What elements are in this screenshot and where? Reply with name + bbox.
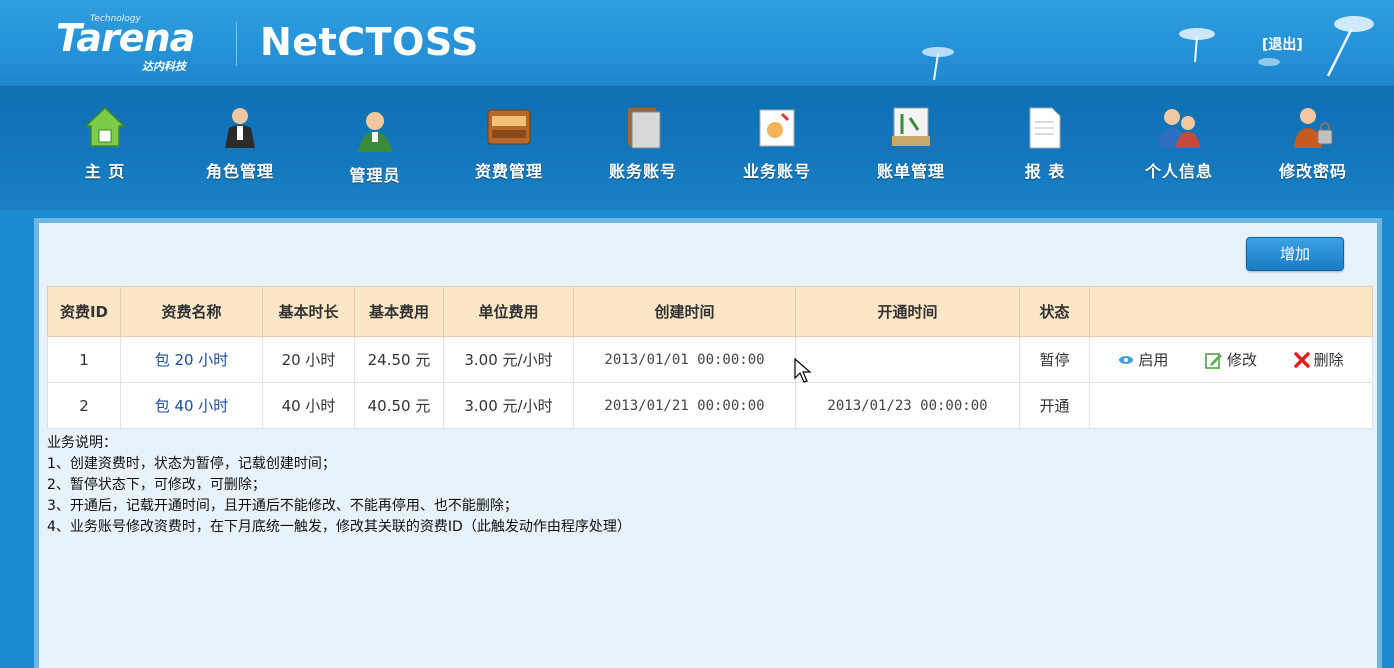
mouse-cursor-icon <box>794 358 812 383</box>
delete-button[interactable]: 删除 <box>1293 349 1344 370</box>
fee-id: 2 <box>47 382 121 429</box>
tarena-logo: Tarena Technology 达内科技 <box>56 14 226 74</box>
nav-label: 修改密码 <box>1278 162 1347 181</box>
nav-item-report[interactable]: 报 表 <box>990 104 1100 194</box>
column-header: 创建时间 <box>573 286 796 337</box>
add-button[interactable]: 增加 <box>1246 237 1344 271</box>
fee-unit: 3.00 元/小时 <box>443 382 574 429</box>
logo-tagline: Technology <box>90 14 141 24</box>
logout-link[interactable]: [退出] <box>1262 34 1303 54</box>
fee-id: 1 <box>47 336 121 383</box>
nav-item-account[interactable]: 账务账号 <box>588 104 698 194</box>
nav-label: 角色管理 <box>205 162 274 181</box>
nav-label: 主 页 <box>84 162 126 181</box>
fee-base: 40.50 元 <box>354 382 444 429</box>
notes-line: 1、创建资费时，状态为暂停，记载创建时间； <box>47 456 336 472</box>
fee-name: 包 20 小时 <box>120 336 263 383</box>
delete-label: 删除 <box>1313 351 1344 369</box>
column-header: 基本费用 <box>354 286 444 337</box>
column-header: 单位费用 <box>443 286 574 337</box>
fee-status: 暂停 <box>1019 336 1090 383</box>
dandelion-icon <box>1179 28 1215 63</box>
notes-title: 业务说明： <box>47 435 117 451</box>
fee-table: 资费ID 资费名称 基本时长 基本费用 单位费用 创建时间 开通时间 状态 1 … <box>47 286 1373 429</box>
header-bar: Tarena Technology 达内科技 NetCTOSS [退出] <box>0 0 1394 86</box>
fee-duration: 40 小时 <box>262 382 355 429</box>
nav-item-role[interactable]: 角色管理 <box>185 104 295 194</box>
fee-unit: 3.00 元/小时 <box>443 336 574 383</box>
dandelion-icon <box>1326 16 1374 77</box>
enable-label: 启用 <box>1138 351 1169 369</box>
header-divider <box>236 22 237 66</box>
home-icon <box>84 106 126 147</box>
service-account-icon <box>759 109 795 147</box>
fee-opened: 2013/01/23 00:00:00 <box>795 382 1020 429</box>
enable-button[interactable]: 启用 <box>1118 349 1168 370</box>
fee-icon <box>487 109 531 145</box>
fee-created: 2013/01/01 00:00:00 <box>573 336 796 383</box>
account-icon <box>628 108 661 149</box>
fee-name: 包 40 小时 <box>120 382 263 429</box>
dandelion-icon <box>1258 58 1280 66</box>
main-nav: 主 页 角色管理 管理员 资费管理 账务账号 业务账号 账单管理 报 表 个人信… <box>0 86 1394 210</box>
nav-item-service-account[interactable]: 业务账号 <box>722 104 832 194</box>
content-panel: 增加 资费ID 资费名称 基本时长 基本费用 单位费用 创建时间 开通时间 状态… <box>34 218 1382 668</box>
report-icon <box>1029 107 1061 149</box>
nav-item-profile[interactable]: 个人信息 <box>1124 104 1234 194</box>
nav-label: 账单管理 <box>876 162 945 181</box>
logo-cn: 达内科技 <box>142 60 186 73</box>
nav-label: 管理员 <box>349 166 401 185</box>
nav-label: 个人信息 <box>1144 162 1213 181</box>
table-row: 1 包 20 小时 20 小时 24.50 元 3.00 元/小时 2013/0… <box>47 336 1373 383</box>
column-header: 资费ID <box>47 286 121 337</box>
column-header: 开通时间 <box>795 286 1020 337</box>
fee-opened <box>795 336 1020 383</box>
table-header-row: 资费ID 资费名称 基本时长 基本费用 单位费用 创建时间 开通时间 状态 <box>47 286 1373 337</box>
eye-icon <box>1119 355 1134 364</box>
nav-label: 报 表 <box>1024 162 1066 181</box>
column-header: 资费名称 <box>120 286 263 337</box>
role-icon <box>225 108 255 148</box>
nav-label: 资费管理 <box>474 162 543 181</box>
delete-icon <box>1293 351 1310 368</box>
fee-actions: 启用 修改 删除 <box>1089 336 1373 383</box>
dandelion-icon <box>922 47 954 81</box>
fee-created: 2013/01/21 00:00:00 <box>573 382 796 429</box>
column-header <box>1089 286 1373 337</box>
nav-item-bill[interactable]: 账单管理 <box>856 104 966 194</box>
nav-label: 业务账号 <box>742 162 811 181</box>
table-row: 2 包 40 小时 40 小时 40.50 元 3.00 元/小时 2013/0… <box>47 382 1373 429</box>
app-title: NetCTOSS <box>260 20 479 64</box>
nav-item-admin[interactable]: 管理员 <box>320 108 430 198</box>
notes-line: 2、暂停状态下，可修改，可删除； <box>47 477 266 493</box>
nav-item-home[interactable]: 主 页 <box>50 104 160 194</box>
nav-item-password[interactable]: 修改密码 <box>1258 104 1368 194</box>
column-header: 基本时长 <box>262 286 355 337</box>
profile-icon <box>1158 109 1200 148</box>
notes-line: 4、业务账号修改资费时，在下月底统一触发，修改其关联的资费ID（此触发动作由程序… <box>47 519 631 535</box>
password-icon <box>1294 108 1333 148</box>
edit-icon <box>1205 352 1222 369</box>
bill-icon <box>892 107 930 146</box>
fee-status: 开通 <box>1019 382 1090 429</box>
business-notes: 业务说明： 1、创建资费时，状态为暂停，记载创建时间； 2、暂停状态下，可修改，… <box>47 433 631 538</box>
fee-duration: 20 小时 <box>262 336 355 383</box>
column-header: 状态 <box>1019 286 1090 337</box>
fee-actions <box>1089 382 1373 429</box>
nav-label: 账务账号 <box>608 162 677 181</box>
admin-icon <box>358 112 392 152</box>
nav-item-fee[interactable]: 资费管理 <box>454 104 564 194</box>
fee-base: 24.50 元 <box>354 336 444 383</box>
edit-label: 修改 <box>1226 351 1257 369</box>
notes-line: 3、开通后，记载开通时间，且开通后不能修改、不能再停用、也不能删除； <box>47 498 518 514</box>
edit-button[interactable]: 修改 <box>1205 349 1257 370</box>
